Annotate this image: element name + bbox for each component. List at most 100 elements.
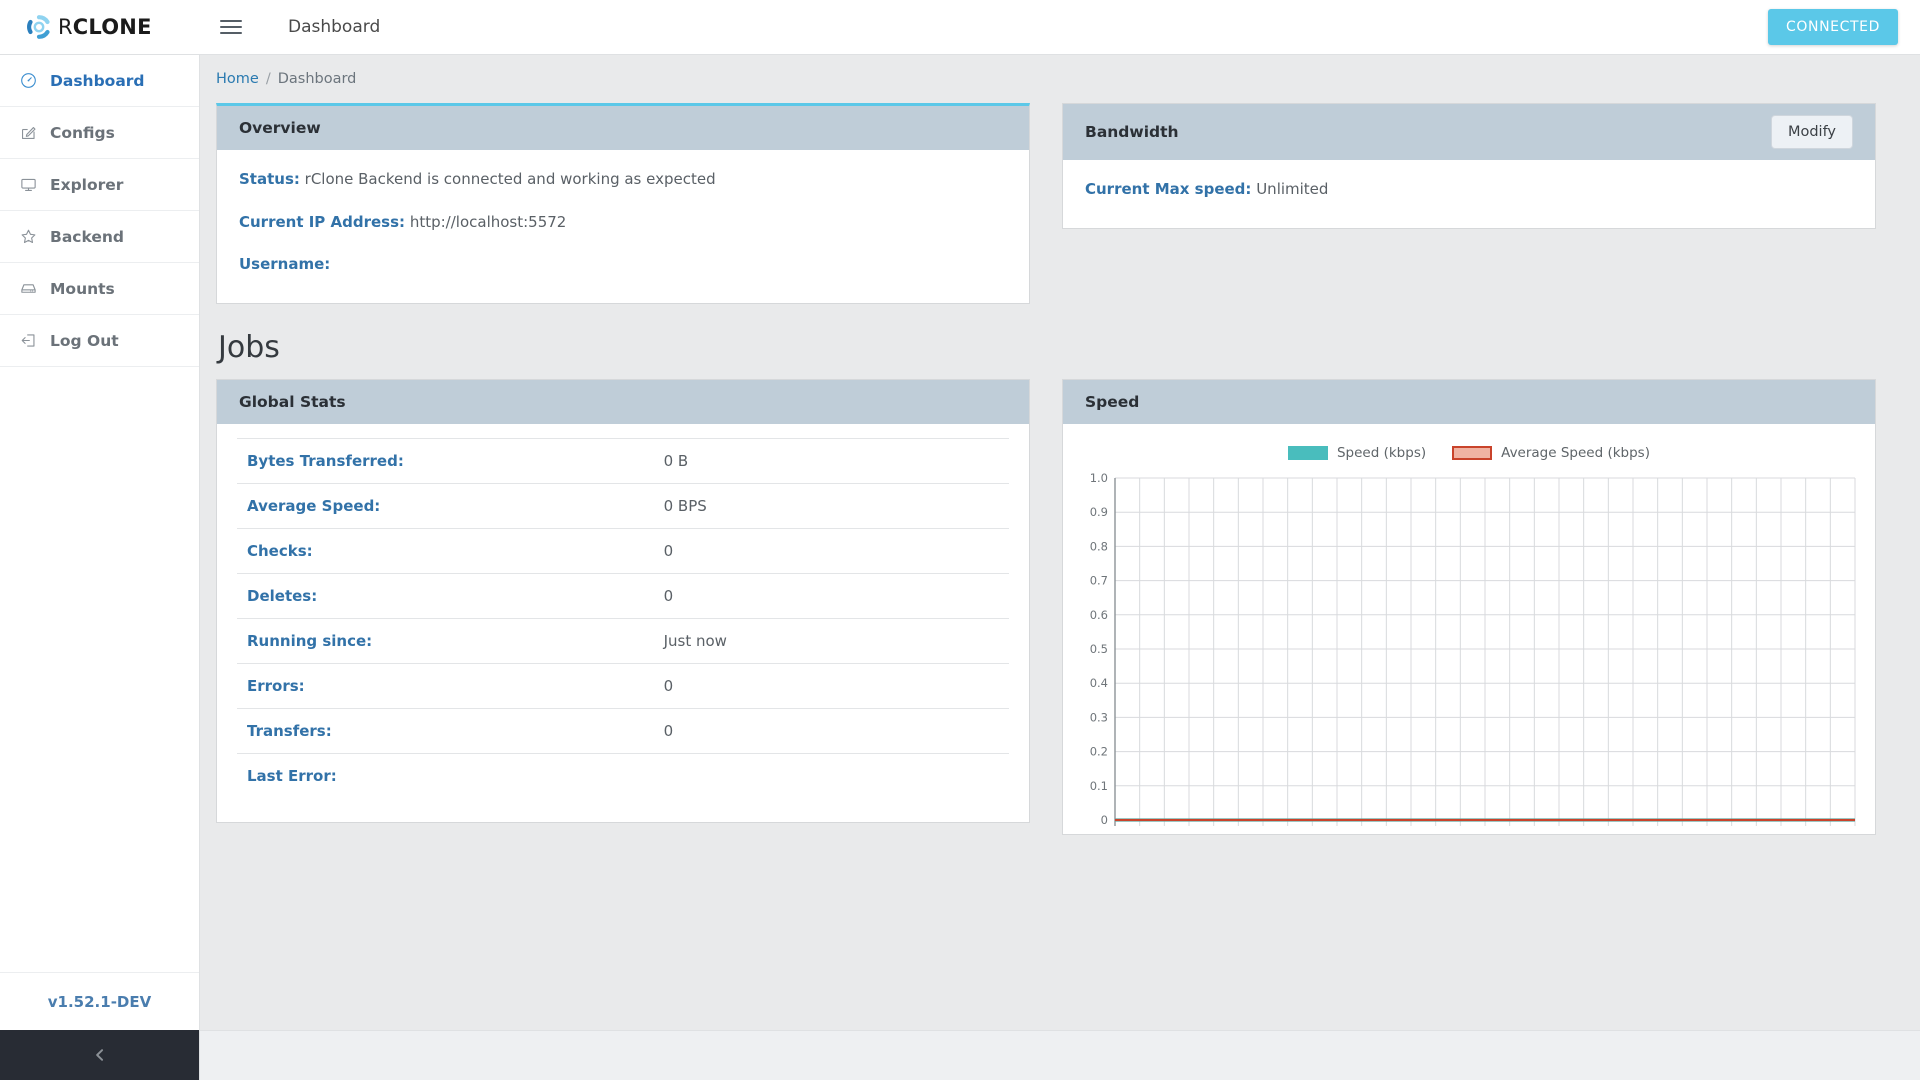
sidebar-item-label: Configs [50,123,115,142]
breadcrumb-current: Dashboard [277,71,357,87]
sidebar-collapse-button[interactable] [0,1030,199,1080]
bandwidth-column: Bandwidth Modify Current Max speed: Unli… [1062,103,1876,229]
legend-label-average-speed: Average Speed (kbps) [1501,444,1650,461]
speed-chart-body: Speed (kbps) Average Speed (kbps) 1.0 0.9… [1063,424,1875,834]
hard-drive-icon [20,280,46,297]
modify-bandwidth-button[interactable]: Modify [1770,115,1853,149]
speed-chart-plot: 1.0 0.9 0.8 0.7 0.6 0.5 0.4 0.3 0.2 0.1 0 [1081,472,1857,842]
legend-swatch-speed [1287,445,1328,460]
table-row: Running since: Just now [237,618,1009,663]
stat-value: 0 [663,721,674,740]
hamburger-line [220,26,242,28]
overview-ip-label: Current IP Address: [239,212,406,231]
stat-value: 0 [663,541,674,560]
cards-row-top: Overview Status: rClone Backend is conne… [216,103,1904,304]
sidebar: Dashboard Configs Explorer Backend Mount… [0,55,200,1080]
y-axis-tick-label: 0 [1101,813,1108,827]
logo-prefix: R [58,15,73,39]
overview-ip-value: http://localhost:5572 [409,212,567,231]
sidebar-item-dashboard[interactable]: Dashboard [0,55,199,107]
hamburger-line [220,32,242,34]
page-title: Dashboard [288,17,381,37]
speed-column: Speed Speed (kbps) Average Speed (kbps) [1062,378,1876,835]
overview-card: Overview Status: rClone Backend is conne… [216,103,1030,304]
legend-label-speed: Speed (kbps) [1336,444,1427,461]
bandwidth-max-speed-label: Current Max speed: [1085,180,1252,198]
legend-swatch-average-speed [1452,445,1493,460]
bandwidth-max-speed-row: Current Max speed: Unlimited [1085,180,1853,200]
y-axis-tick-label: 0.8 [1090,539,1108,553]
breadcrumb-separator: / [265,71,271,87]
content-area: Overview Status: rClone Backend is conne… [200,103,1920,835]
sidebar-item-configs[interactable]: Configs [0,107,199,159]
monitor-icon [20,176,46,193]
stat-key: Deletes: [247,586,318,605]
y-axis-tick-label: 0.7 [1090,573,1108,587]
table-row: Errors: 0 [237,663,1009,708]
y-axis-tick-label: 0.5 [1090,642,1108,656]
sidebar-item-explorer[interactable]: Explorer [0,159,199,211]
sidebar-item-label: Backend [50,227,124,246]
stat-value: 0 B [663,451,689,470]
chart-legend: Speed (kbps) Average Speed (kbps) [1081,440,1857,466]
overview-username-row: Username: [239,255,1007,275]
table-row: Last Error: [237,753,1009,798]
global-stats-table: Bytes Transferred: 0 B Average Speed: 0 … [237,438,1009,798]
stat-key: Last Error: [247,766,337,785]
y-axis-tick-label: 0.9 [1090,505,1108,519]
overview-status-label: Status: [239,170,300,188]
speed-chart-svg: 1.0 0.9 0.8 0.7 0.6 0.5 0.4 0.3 0.2 0.1 0 [1090,472,1856,827]
y-axis-tick-label: 0.4 [1090,676,1108,690]
stat-key: Average Speed: [247,496,381,515]
overview-ip-row: Current IP Address: http://localhost:557… [239,213,1007,233]
y-axis-tick-label: 0.3 [1090,710,1108,724]
rclone-logo-icon [26,14,52,40]
sidebar-item-mounts[interactable]: Mounts [0,263,199,315]
star-icon [20,228,46,245]
gauge-icon [20,72,46,89]
sidebar-item-label: Log Out [50,331,119,350]
global-stats-card-header: Global Stats [217,379,1029,424]
y-axis-tick-label: 0.6 [1090,607,1108,621]
table-row: Checks: 0 [237,528,1009,573]
stat-key: Running since: [247,631,373,650]
sidebar-item-log-out[interactable]: Log Out [0,315,199,367]
global-stats-column: Global Stats Bytes Transferred: 0 B Aver… [216,378,1030,823]
footer-strip [200,1030,1920,1080]
bandwidth-card-header: Bandwidth Modify [1063,104,1875,160]
global-stats-title: Global Stats [239,392,346,411]
overview-title: Overview [239,119,321,137]
overview-card-header: Overview [217,106,1029,150]
table-row: Bytes Transferred: 0 B [237,438,1009,483]
table-row: Average Speed: 0 BPS [237,483,1009,528]
global-stats-card: Global Stats Bytes Transferred: 0 B Aver… [216,378,1030,823]
y-axis-tick-label: 0.2 [1090,744,1108,758]
bandwidth-card: Bandwidth Modify Current Max speed: Unli… [1062,103,1876,229]
speed-title: Speed [1085,392,1140,411]
stat-key: Transfers: [247,721,332,740]
hamburger-menu-icon[interactable] [208,20,254,34]
y-axis-tick-label: 1.0 [1090,472,1108,485]
app-logo[interactable]: RCLONE [0,14,200,40]
stat-value: Just now [663,631,727,650]
main-content: Home / Dashboard Overview Status: rClone… [200,55,1920,1030]
app-version: v1.52.1-DEV [0,972,199,1030]
global-stats-body: Bytes Transferred: 0 B Average Speed: 0 … [217,424,1029,822]
stat-value: 0 [663,676,674,695]
breadcrumb: Home / Dashboard [200,55,1920,103]
bandwidth-card-body: Current Max speed: Unlimited [1063,160,1875,228]
overview-status-value: rClone Backend is connected and working … [304,170,716,188]
overview-card-body: Status: rClone Backend is connected and … [217,150,1029,303]
jobs-heading: Jobs [218,329,280,365]
legend-item-speed[interactable]: Speed (kbps) [1287,444,1427,461]
overview-username-label: Username: [239,255,331,273]
hamburger-line [220,20,242,22]
y-axis-tick-label: 0.1 [1090,778,1108,792]
breadcrumb-home-link[interactable]: Home [216,71,259,87]
legend-item-average-speed[interactable]: Average Speed (kbps) [1452,445,1650,461]
sidebar-item-backend[interactable]: Backend [0,211,199,263]
stat-key: Errors: [247,676,305,695]
logo-text: RCLONE [58,15,152,39]
connection-status-button[interactable]: CONNECTED [1768,9,1898,45]
